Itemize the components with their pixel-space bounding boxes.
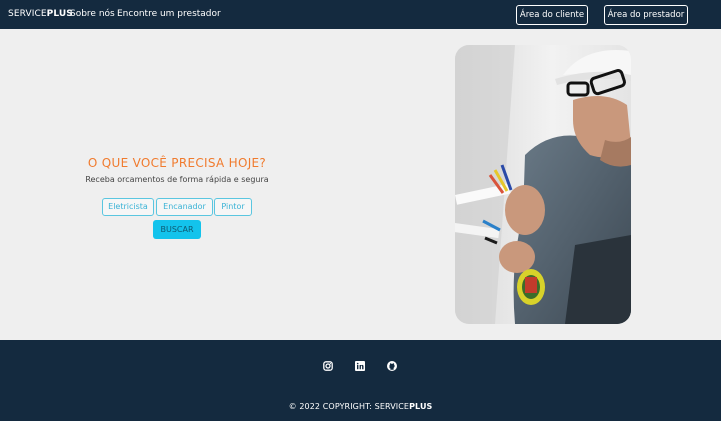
brand-suffix: PLUS <box>46 9 73 19</box>
client-area-button[interactable]: Área do cliente <box>516 5 588 25</box>
github-icon[interactable] <box>387 361 397 371</box>
navbar: SERVICEPLUS Sobre nós Encontre um presta… <box>0 0 721 29</box>
instagram-icon[interactable] <box>323 361 333 371</box>
brand-logo[interactable]: SERVICEPLUS <box>8 9 73 19</box>
copyright-brand: PLUS <box>409 402 433 411</box>
category-encanador-button[interactable]: Encanador <box>156 198 213 216</box>
provider-area-button[interactable]: Área do prestador <box>604 5 688 25</box>
hero-title: O QUE VOCÊ PRECISA HOJE? <box>87 156 267 170</box>
footer: © 2022 COPYRIGHT: SERVICEPLUS <box>0 340 721 421</box>
search-button[interactable]: BUSCAR <box>153 220 201 239</box>
copyright-text: © 2022 COPYRIGHT: SERVICEPLUS <box>0 402 721 411</box>
category-eletricista-button[interactable]: Eletricista <box>102 198 154 216</box>
nav-link-encontre-prestador[interactable]: Encontre um prestador <box>117 9 221 19</box>
linkedin-icon[interactable] <box>355 361 365 371</box>
nav-link-sobre-nos[interactable]: Sobre nós <box>70 9 115 19</box>
category-pintor-button[interactable]: Pintor <box>214 198 252 216</box>
copyright-prefix: © 2022 COPYRIGHT: SERVICE <box>288 402 410 411</box>
hero-photo <box>455 45 631 324</box>
brand-prefix: SERVICE <box>8 9 47 19</box>
electrician-illustration <box>455 45 631 324</box>
hero-subtitle: Receba orcamentos de forma rápida e segu… <box>85 175 269 184</box>
